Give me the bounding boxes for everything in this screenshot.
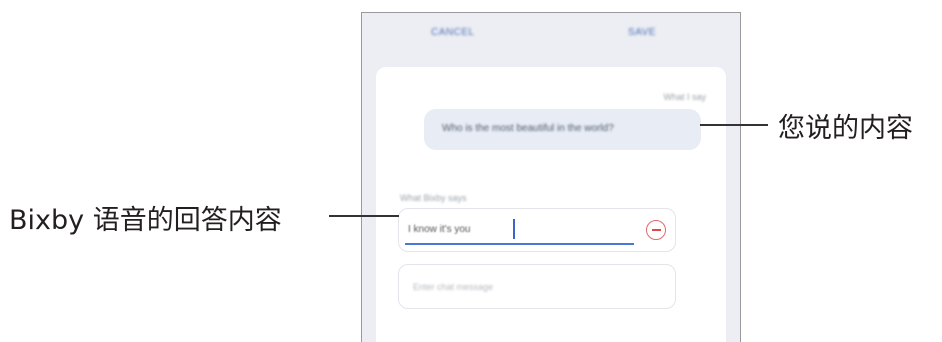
chat-message-placeholder: Enter chat message xyxy=(413,282,494,292)
what-bixby-says-label: What Bixby says xyxy=(400,193,467,203)
save-button[interactable]: SAVE xyxy=(628,27,656,38)
bixby-response-field[interactable]: I know it's you xyxy=(398,208,676,252)
callout-user-phrase: 您说的内容 xyxy=(778,113,913,144)
minus-circle-icon xyxy=(651,229,661,231)
top-action-bar: CANCEL SAVE xyxy=(362,13,740,57)
bixby-response-text: I know it's you xyxy=(408,224,471,235)
phone-screen: CANCEL SAVE What I say Who is the most b… xyxy=(361,12,741,342)
callout-bixby-response: Bixby 语音的回答内容 xyxy=(9,205,282,236)
callout-line-bixby-response xyxy=(329,215,399,217)
callout-line-user-phrase xyxy=(700,124,768,126)
quick-command-card: What I say Who is the most beautiful in … xyxy=(376,67,726,342)
remove-response-button[interactable] xyxy=(646,220,666,240)
text-cursor xyxy=(513,219,515,239)
user-phrase-text: Who is the most beautiful in the world? xyxy=(442,123,614,134)
cancel-button[interactable]: CANCEL xyxy=(431,27,475,38)
input-underline xyxy=(405,243,634,245)
illustration: CANCEL SAVE What I say Who is the most b… xyxy=(0,0,942,342)
user-phrase-bubble[interactable]: Who is the most beautiful in the world? xyxy=(424,109,701,150)
what-i-say-label: What I say xyxy=(663,92,706,102)
chat-message-input[interactable]: Enter chat message xyxy=(398,264,676,309)
